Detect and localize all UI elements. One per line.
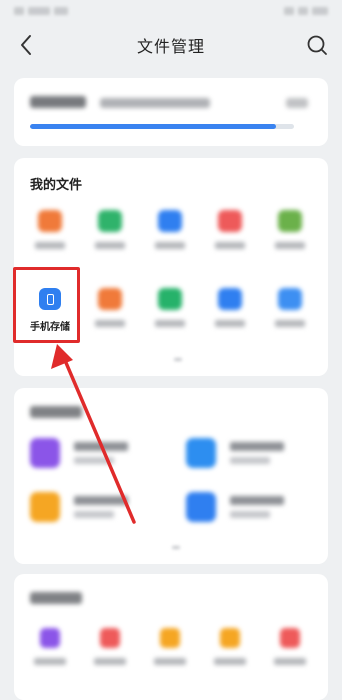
annotation-arrow	[51, 344, 136, 524]
